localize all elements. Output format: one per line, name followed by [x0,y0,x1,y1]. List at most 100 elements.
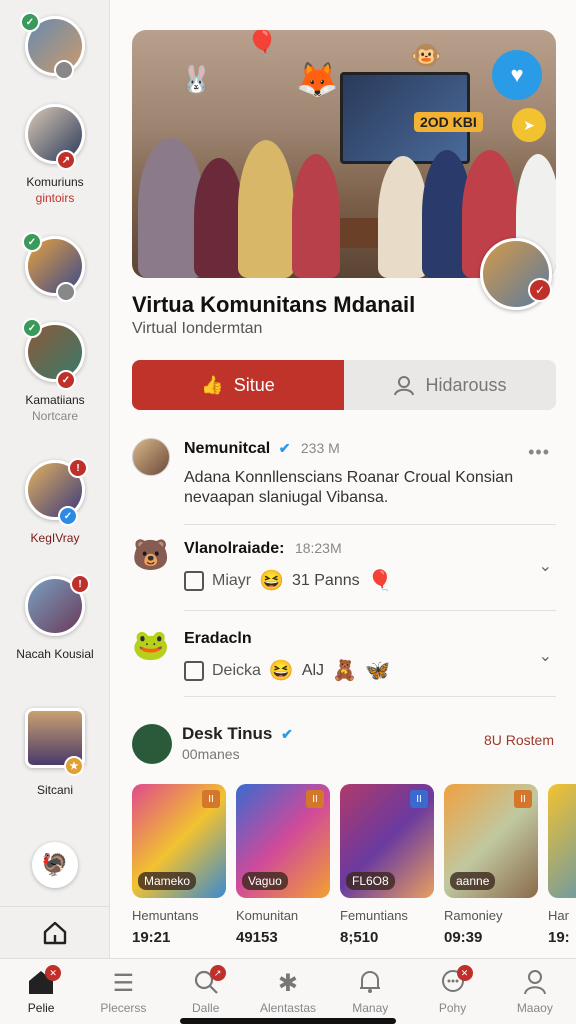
person-shape [194,158,244,278]
tab-bar: 👍 Situe Hidarouss [132,360,556,410]
post-author: Vlanolraiade: 18:23M [184,540,342,557]
post-action-label: Miayr [212,571,252,589]
card-thumbnail: II Vaguo [236,784,330,898]
sidebar-item-3[interactable]: ✓ [0,232,110,302]
card-tag: Mameko [138,872,197,890]
heart-icon[interactable]: ♥ [492,50,542,100]
card-tag: FL6O8 [346,872,395,890]
hero-image[interactable]: 2OD KBI 🐰 🦊 🎈 🐵 ♥ ➤ [132,30,556,278]
status-badge: ✓ [58,506,78,526]
bag-icon[interactable] [184,660,204,681]
balloon-icon: 🎈 [367,570,393,592]
sidebar-sticker-button[interactable]: 🦃 [0,842,110,888]
home-indicator [180,1018,396,1024]
card[interactable]: II aanne Ramoniey 09:39 [444,784,538,946]
nav-item-pelie[interactable]: ✕ Pelie [0,959,82,1024]
post-author: Eradacln [184,630,252,647]
tab-situe[interactable]: 👍 Situe [132,360,344,410]
avatar [132,438,170,476]
send-icon[interactable]: ➤ [512,108,546,142]
sidebar-item-sub: gintoirs [35,191,75,205]
card[interactable]: AT Har 19: [548,784,576,946]
list-item[interactable]: 🐸 Eradacln ⌄ Deicka 😆 AlJ 🧸 🦋 [132,628,556,688]
status-badge: ! [70,574,90,594]
home-icon [0,969,82,997]
divider [184,696,556,697]
tab-hidarouss[interactable]: Hidarouss [344,360,556,410]
nav-item-dalle[interactable]: ↗ Dalle [165,959,247,1024]
tab-label: Hidarouss [425,374,507,395]
person-shape [238,140,294,278]
nav-item-manay[interactable]: Manay [329,959,411,1024]
sidebar-item-komuriuns[interactable]: ↗ Komuriuns gintoirs [0,104,110,206]
nav-label: Dalle [192,1001,220,1015]
search-icon [165,969,247,997]
post-meta: 18:23M [294,540,342,556]
status-badge: ✓ [56,370,76,390]
sidebar-item-kegivray[interactable]: ! ✓ KegIVray [0,458,110,546]
card-corner-badge: II [202,790,220,808]
sidebar-item-label: KegIVray [30,531,80,545]
sidebar-home-button[interactable] [0,906,110,958]
nav-label: Manay [352,1001,389,1015]
nav-item-pohy[interactable]: ✕ Pohy [411,959,493,1024]
more-options-button[interactable]: ••• [528,442,550,463]
avatar [25,104,85,164]
chevron-down-icon[interactable]: ⌄ [539,646,552,666]
card-name: Femuntians [340,908,408,923]
thumbs-up-icon: 👍 [201,374,224,395]
status-badge: ✓ [528,278,552,302]
card-thumbnail: II FL6O8 [340,784,434,898]
card[interactable]: II FL6O8 Femuntians 8;510 [340,784,434,946]
post-actions: Deicka 😆 AlJ 🧸 🦋 [184,658,390,683]
nav-label: Pelie [27,1001,55,1015]
card-tag: aanne [450,872,496,890]
bell-icon [329,969,411,997]
nav-label: Pohy [438,1001,467,1015]
sticker-icon: 🐸 [132,629,170,662]
bottom-nav: ✕ Pelie ☰ Plecerss ↗ Dalle ✱ Alentastas … [0,958,576,1024]
card[interactable]: II Vaguo Komunitan 49153 [236,784,330,946]
balloon-icon: 🎈 [246,30,279,58]
verified-icon: ✔ [278,440,291,456]
sidebar-item-sitcani[interactable]: ★ Sitcani [0,708,110,798]
card-value: 19: [548,929,570,946]
sidebar-item-1[interactable]: ✓ [0,12,110,80]
page-subtitle: Virtual Iondermtan [132,320,263,337]
sidebar-item-kamatiians[interactable]: ✓ ✓ Kamatiians Nortcare [0,318,110,424]
sticker-icon: 🐻 [132,539,170,572]
list-item[interactable]: 🐻 Vlanolraiade: 18:23M ⌄ Miayr 😆 31 Pann… [132,538,556,604]
sidebar-item-nacah-kousial[interactable]: ! Nacah Kousial [0,574,110,662]
creator-link[interactable]: 8U Rostem [484,732,554,748]
post-actions: Miayr 😆 31 Panns 🎈 [184,568,393,593]
divider [184,524,556,525]
card-name: Har [548,908,569,923]
sticker-icon: 🐵 [410,40,443,70]
sidebar-item-label: Komuriuns [26,175,84,189]
sidebar: ✓ ↗ Komuriuns gintoirs ✓ ✓ ✓ Kamatiians [0,0,110,958]
card[interactable]: II Mameko Hemuntans 19:21 [132,784,226,946]
nav-label: Plecerss [100,1001,147,1015]
chevron-down-icon[interactable]: ⌄ [539,556,552,576]
app-root: ✓ ↗ Komuriuns gintoirs ✓ ✓ ✓ Kamatiians [0,0,576,1024]
creator-sub: 00manes [182,746,240,762]
card-thumbnail: II aanne [444,784,538,898]
bag-icon[interactable] [184,570,204,591]
nav-label: Maaoy [516,1001,553,1015]
card-value: 49153 [236,929,278,946]
divider [184,610,556,611]
sticker-icon: 🐰 [180,64,213,94]
list-item[interactable]: Nemunitcal ✔ 233 M ••• Adana Konnllensci… [132,438,556,518]
nav-item-alentastas[interactable]: ✱ Alentastas [247,959,329,1024]
creator-name: Desk Tinus ✔ [182,724,293,743]
card-thumbnail: II Mameko [132,784,226,898]
sidebar-item-sub: Nortcare [31,409,78,423]
nav-item-maaoy[interactable]: Maaoy [494,959,576,1024]
card-name: Ramoniey [444,908,503,923]
post-extra: AlJ [301,661,325,679]
sidebar-item-label: Nacah Kousial [16,647,94,661]
nav-item-plecerss[interactable]: ☰ Plecerss [82,959,164,1024]
emoji-icon: 😆 [268,660,294,682]
status-badge [56,282,76,302]
card-thumbnail: AT [548,784,576,898]
